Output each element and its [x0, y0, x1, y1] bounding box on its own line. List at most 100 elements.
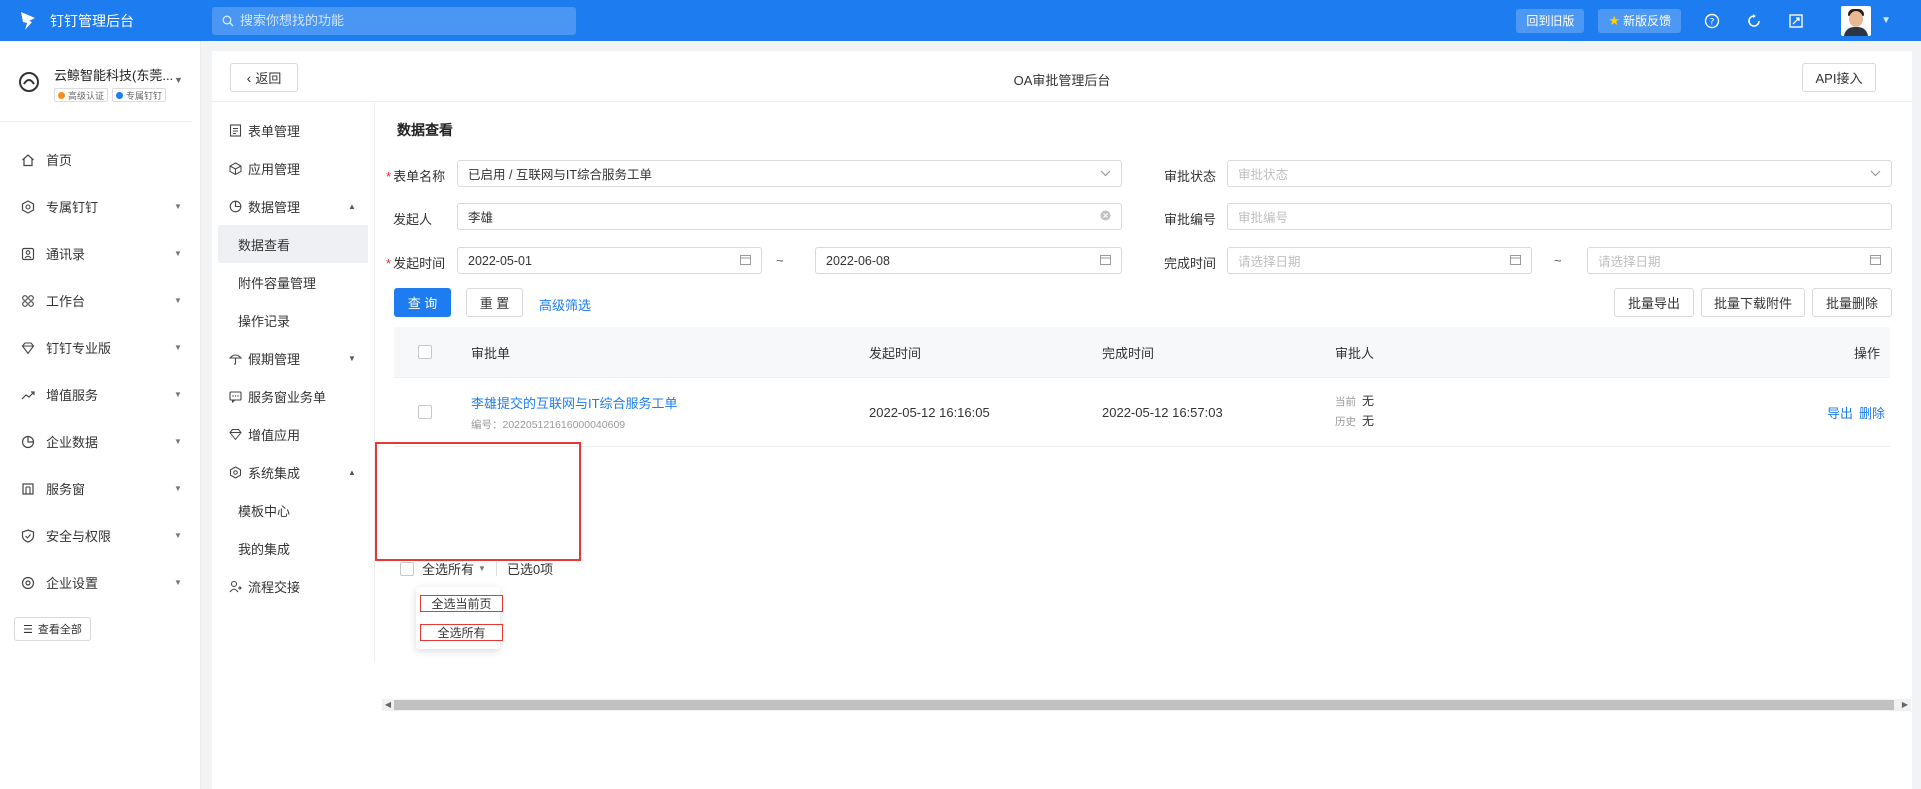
api-access-button[interactable]: API接入 [1802, 63, 1876, 92]
sidebar-item-exclusive[interactable]: 专属钉钉 ▼ [0, 183, 200, 230]
chevron-down-icon: ▼ [174, 531, 182, 540]
page-title: OA审批管理后台 [1013, 73, 1111, 88]
help-icon[interactable]: ? [1701, 10, 1723, 32]
sidebar-item-security[interactable]: 安全与权限 ▼ [0, 512, 200, 559]
subnav-process-handover[interactable]: 流程交接 [212, 567, 374, 605]
scroll-left-icon[interactable]: ◀ [382, 699, 394, 711]
subnav-sys-integration[interactable]: 系统集成 ▲ [212, 453, 374, 491]
main-panel: ‹ 返回 OA审批管理后台 API接入 表单管理 应用管理 数据管理 ▲ 数据查看… [212, 51, 1912, 789]
batch-download-button[interactable]: 批量下载附件 [1701, 288, 1805, 317]
subnav-service-orders[interactable]: 服务窗业务单 [212, 377, 374, 415]
home-icon [20, 152, 36, 168]
query-button[interactable]: 查 询 [394, 288, 451, 317]
sidebar-item-workbench[interactable]: 工作台 ▼ [0, 277, 200, 324]
org-name: 云鲸智能科技(东莞... [54, 68, 174, 83]
subnav-value-apps[interactable]: 增值应用 [212, 415, 374, 453]
form-name-select[interactable]: 已启用 / 互联网与IT综合服务工单 [457, 160, 1122, 187]
sidebar-item-enterprise-data[interactable]: 企业数据 ▼ [0, 418, 200, 465]
subnav-data-mgmt[interactable]: 数据管理 ▲ [212, 187, 374, 225]
user-avatar[interactable] [1841, 5, 1872, 36]
search-input[interactable] [240, 13, 560, 28]
chevron-down-icon: ▼ [174, 437, 182, 446]
delete-link[interactable]: 删除 [1859, 406, 1885, 421]
sidebar-item-settings[interactable]: 企业设置 ▼ [0, 559, 200, 606]
horizontal-scrollbar[interactable]: ◀ ▶ [382, 699, 1911, 711]
clear-icon[interactable] [1100, 210, 1111, 224]
subnav-my-integration[interactable]: 我的集成 [212, 529, 374, 567]
org-switcher[interactable]: 云鲸智能科技(东莞... 高级认证 专属钉钉 ▼ [0, 41, 192, 122]
subnav-attachment-mgmt[interactable]: 附件容量管理 [212, 263, 374, 301]
select-current-page-option[interactable]: 全选当前页 [420, 595, 503, 612]
hexagon-settings-icon [228, 465, 242, 479]
scrollbar-thumb[interactable] [394, 700, 1894, 710]
refresh-icon[interactable] [1743, 10, 1765, 32]
finish-date-to[interactable]: 请选择日期 [1587, 247, 1892, 274]
subnav-label: 服务窗业务单 [248, 389, 327, 405]
subnav-template-center[interactable]: 模板中心 [212, 491, 374, 529]
subnav-label: 应用管理 [248, 161, 301, 177]
sidebar-item-value-added[interactable]: 增值服务 ▼ [0, 371, 200, 418]
view-all-label: 查看全部 [37, 624, 82, 636]
advanced-filter-link[interactable]: 高级筛选 [539, 295, 591, 314]
reset-button[interactable]: 重 置 [466, 288, 523, 317]
initiator-input[interactable]: 李雄 [457, 203, 1122, 230]
chevron-down-icon: ▼ [174, 484, 182, 493]
start-date-from[interactable]: 2022-05-01 [457, 247, 762, 274]
svg-text:?: ? [1710, 17, 1715, 27]
table-row[interactable]: 李雄提交的互联网与IT综合服务工单 编号：2022051216160000406… [394, 378, 1890, 447]
chevron-down-icon: ▼ [478, 564, 486, 573]
form-name-label: * 表单名称 [386, 169, 446, 184]
history-approver-key: 历史 [1335, 416, 1356, 428]
select-all-checkbox[interactable] [418, 345, 432, 359]
column-header: 审批单 [471, 345, 511, 361]
export-link[interactable]: 导出 [1827, 406, 1853, 421]
start-date-to[interactable]: 2022-06-08 [815, 247, 1122, 274]
diamond-icon [228, 427, 242, 441]
subnav-leave-mgmt[interactable]: 假期管理 ▼ [212, 339, 374, 377]
message-icon [228, 389, 242, 403]
history-approver-value: 无 [1362, 414, 1375, 428]
finish-date-from[interactable]: 请选择日期 [1227, 247, 1532, 274]
feedback-label: 新版反馈 [1623, 14, 1672, 28]
current-approver-key: 当前 [1335, 396, 1356, 408]
subnav-label: 假期管理 [248, 351, 301, 367]
section-title: 数据查看 [397, 122, 453, 138]
approval-cell: 李雄提交的互联网与IT综合服务工单 编号：2022051216160000406… [471, 393, 678, 432]
user-menu-chevron-icon[interactable]: ▼ [1881, 15, 1891, 26]
feedback-button[interactable]: ★ 新版反馈 [1598, 8, 1682, 33]
sidebar-item-service-window[interactable]: 服务窗 ▼ [0, 465, 200, 512]
calendar-icon [1870, 254, 1881, 268]
subnav-data-view[interactable]: 数据查看 [218, 225, 368, 263]
back-to-old-button[interactable]: 回到旧版 [1516, 8, 1585, 33]
chevron-down-icon: ▼ [348, 353, 356, 363]
status-select[interactable]: 审批状态 [1227, 160, 1892, 187]
sidebar-item-home[interactable]: 首页 [0, 136, 200, 183]
batch-delete-button[interactable]: 批量删除 [1812, 288, 1892, 317]
app-logo[interactable]: 钉钉管理后台 [20, 11, 210, 31]
footer-select-checkbox[interactable] [400, 561, 414, 576]
row-checkbox[interactable] [418, 405, 432, 419]
org-chevron-down-icon: ▼ [174, 75, 183, 85]
fullscreen-icon[interactable] [1785, 10, 1807, 32]
chevron-down-icon: ▼ [174, 578, 182, 587]
sidebar-item-pro[interactable]: 钉钉专业版 ▼ [0, 324, 200, 371]
approval-number-input[interactable]: 审批编号 [1227, 203, 1892, 230]
scroll-right-icon[interactable]: ▶ [1899, 699, 1911, 711]
select-mode-dropdown[interactable]: 全选所有 ▼ [422, 559, 486, 578]
subnav-form-mgmt[interactable]: 表单管理 [212, 111, 374, 149]
subnav-operation-log[interactable]: 操作记录 [212, 301, 374, 339]
select-all-option[interactable]: 全选所有 [420, 624, 503, 641]
subnav-label: 模板中心 [238, 503, 291, 519]
approval-title-link[interactable]: 李雄提交的互联网与IT综合服务工单 [471, 393, 678, 412]
batch-export-button[interactable]: 批量导出 [1614, 288, 1694, 317]
column-header: 审批人 [1335, 345, 1375, 361]
view-all-button[interactable]: ☰ 查看全部 [14, 617, 91, 641]
search-box[interactable] [212, 6, 576, 35]
sidebar-item-label: 工作台 [46, 294, 86, 309]
sidebar-item-contacts[interactable]: 通讯录 ▼ [0, 230, 200, 277]
finish-time-label: 完成时间 [1164, 256, 1217, 271]
trend-icon [20, 387, 36, 403]
grid-icon [20, 293, 36, 309]
subnav-app-mgmt[interactable]: 应用管理 [212, 149, 374, 187]
status-label: 审批状态 [1164, 169, 1217, 184]
